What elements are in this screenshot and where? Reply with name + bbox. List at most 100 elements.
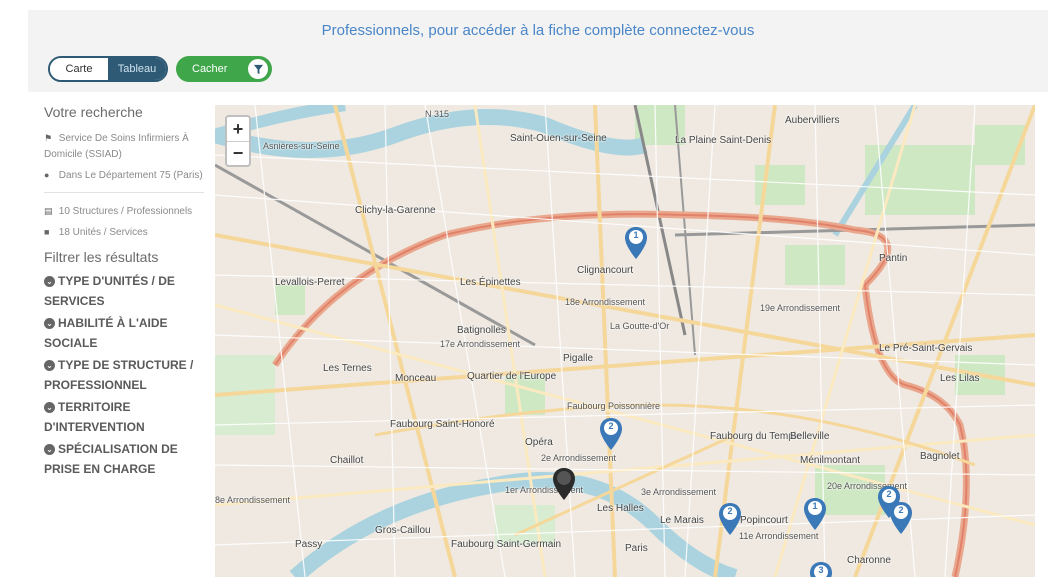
map-label-lilas: Les Lilas xyxy=(940,373,980,384)
chevron-down-icon: ⌄ xyxy=(44,318,55,329)
map-label-marais: Le Marais xyxy=(660,515,704,526)
divider xyxy=(44,192,204,193)
zoom-control: + − xyxy=(225,115,251,167)
criterion-service-text: Service De Soins Infirmiers À Domicile (… xyxy=(44,133,189,160)
toolbar: Carte Tableau Cacher xyxy=(28,50,1048,92)
map-label-st-honore: Faubourg Saint-Honoré xyxy=(390,419,495,430)
zoom-in-button[interactable]: + xyxy=(227,117,249,141)
facet-specialisation[interactable]: ⌄ SPÉCIALISATION DE PRISE EN CHARGE xyxy=(44,439,204,479)
criterion-service: ⚑ Service De Soins Infirmiers À Domicile… xyxy=(44,130,204,163)
count-structures: ▤ 10 Structures / Professionnels xyxy=(44,203,204,220)
facet-structure-type[interactable]: ⌄ TYPE DE STRUCTURE / PROFESSIONNEL xyxy=(44,355,204,395)
login-banner-text[interactable]: Professionnels, pour accéder à la fiche … xyxy=(322,22,755,39)
criterion-location: ● Dans Le Département 75 (Paris) xyxy=(44,167,204,184)
map-label-opera: Opéra xyxy=(525,437,553,448)
map-label-paris: Paris xyxy=(625,543,648,554)
map-label-st-germain: Faubourg Saint-Germain xyxy=(451,539,562,550)
map-label-aubervilliers: Aubervilliers xyxy=(785,115,840,126)
filter-icon xyxy=(248,59,268,79)
map-label-11e: 11e Arrondissement xyxy=(739,531,819,541)
map-label-pre: Le Pré-Saint-Gervais xyxy=(879,343,973,354)
search-sidebar: Votre recherche ⚑ Service De Soins Infir… xyxy=(44,100,204,481)
facet-structure-type-label: TYPE DE STRUCTURE / PROFESSIONNEL xyxy=(44,358,194,392)
marker-count: 2 xyxy=(886,489,892,499)
map-label-asnieres: Asnières-sur-Seine xyxy=(263,141,340,151)
map-label-pantin: Pantin xyxy=(879,253,908,264)
map-label-passy: Passy xyxy=(295,539,323,550)
map-label-clichy: Clichy-la-Garenne xyxy=(355,205,436,216)
marker-count: 1 xyxy=(633,230,639,240)
map-label-n315: N 315 xyxy=(425,109,450,119)
map-label-chaillot: Chaillot xyxy=(330,455,364,466)
marker-20e-b[interactable]: 2 xyxy=(889,501,913,535)
count-units-text: 18 Unités / Services xyxy=(58,227,148,238)
marker-count: 2 xyxy=(727,506,733,516)
facet-unit-type[interactable]: ⌄ TYPE D'UNITÉS / DE SERVICES xyxy=(44,271,204,311)
login-banner: Professionnels, pour accéder à la fiche … xyxy=(28,10,1048,50)
map-label-clignancourt: Clignancourt xyxy=(577,265,634,276)
map-label-plaine: La Plaine Saint-Denis xyxy=(675,135,772,146)
map-label-gros-caillou: Gros-Caillou xyxy=(375,525,431,536)
criterion-location-text: Dans Le Département 75 (Paris) xyxy=(58,170,203,181)
facet-social-aid-label: HABILITÉ À L'AIDE SOCIALE xyxy=(44,316,168,350)
map-label-monceau: Monceau xyxy=(395,373,437,384)
map-label-temple: Faubourg du Temple xyxy=(710,431,802,442)
map-label-2e: 2e Arrondissement xyxy=(541,453,617,463)
building-icon: ▤ xyxy=(44,206,53,216)
facet-specialisation-label: SPÉCIALISATION DE PRISE EN CHARGE xyxy=(44,442,178,476)
view-table-option[interactable]: Tableau xyxy=(108,58,166,80)
map-label-goutte: La Goutte-d'Or xyxy=(610,321,670,331)
location-pin-icon: ● xyxy=(44,170,50,180)
chevron-down-icon: ⌄ xyxy=(44,402,55,413)
map-marker-icon xyxy=(553,468,575,500)
map[interactable]: + − Asnières-sur-Seine Saint-Ouen-sur-Se… xyxy=(215,105,1035,577)
hide-filters-button[interactable]: Cacher xyxy=(176,56,272,82)
zoom-out-button[interactable]: − xyxy=(227,141,249,165)
map-label-saint-ouen: Saint-Ouen-sur-Seine xyxy=(510,133,607,144)
map-label-popincourt: Popincourt xyxy=(740,515,788,526)
map-label-bagnolet: Bagnolet xyxy=(920,451,960,462)
page: Professionnels, pour accéder à la fiche … xyxy=(0,0,1053,577)
count-units: ■ 18 Unités / Services xyxy=(44,224,204,241)
chevron-down-icon: ⌄ xyxy=(44,360,55,371)
tag-icon: ⚑ xyxy=(44,133,53,143)
map-label-poissonniere: Faubourg Poissonnière xyxy=(567,401,661,411)
marker-popincourt[interactable]: 1 xyxy=(803,497,827,531)
hide-filters-label: Cacher xyxy=(192,63,228,75)
view-map-option[interactable]: Carte xyxy=(50,58,108,80)
view-toggle: Carte Tableau xyxy=(48,56,168,82)
map-label-halles: Les Halles xyxy=(597,503,644,514)
id-card-icon: ■ xyxy=(44,227,50,237)
map-label-batignolles: Batignolles xyxy=(457,325,506,336)
facet-territory[interactable]: ⌄ TERRITOIRE D'INTERVENTION xyxy=(44,397,204,437)
map-label-18e: 18e Arrondissement xyxy=(565,297,646,307)
search-title: Votre recherche xyxy=(44,104,143,120)
map-label-ternes: Les Ternes xyxy=(323,363,372,374)
map-label-3e: 3e Arrondissement xyxy=(641,487,717,497)
facet-social-aid[interactable]: ⌄ HABILITÉ À L'AIDE SOCIALE xyxy=(44,313,204,353)
map-label-belleville: Belleville xyxy=(790,431,830,442)
marker-charonne[interactable]: 3 xyxy=(809,561,833,577)
map-label-19e: 19e Arrondissement xyxy=(760,303,841,313)
marker-count: 1 xyxy=(812,501,818,511)
map-label-8e: 8e Arrondissement xyxy=(215,495,291,505)
map-label-levallois: Levallois-Perret xyxy=(275,277,345,288)
marker-count: 3 xyxy=(818,565,824,575)
count-structures-text: 10 Structures / Professionnels xyxy=(58,206,193,217)
marker-opera[interactable]: 2 xyxy=(599,417,623,451)
filter-title: Filtrer les résultats xyxy=(44,249,159,265)
chevron-down-icon: ⌄ xyxy=(44,444,55,455)
marker-selected[interactable] xyxy=(552,467,576,501)
marker-count: 2 xyxy=(898,505,904,515)
map-label-charonne: Charonne xyxy=(847,555,891,566)
marker-count: 2 xyxy=(608,421,614,431)
map-label-europe: Quartier de l'Europe xyxy=(467,371,557,382)
marker-clignancourt[interactable]: 1 xyxy=(624,226,648,260)
facet-unit-type-label: TYPE D'UNITÉS / DE SERVICES xyxy=(44,274,175,308)
marker-marais[interactable]: 2 xyxy=(718,502,742,536)
map-label-17e: 17e Arrondissement xyxy=(440,339,521,349)
chevron-down-icon: ⌄ xyxy=(44,276,55,287)
map-label-pigalle: Pigalle xyxy=(563,353,594,364)
map-label-epinettes: Les Épinettes xyxy=(460,277,521,288)
facet-territory-label: TERRITOIRE D'INTERVENTION xyxy=(44,400,145,434)
